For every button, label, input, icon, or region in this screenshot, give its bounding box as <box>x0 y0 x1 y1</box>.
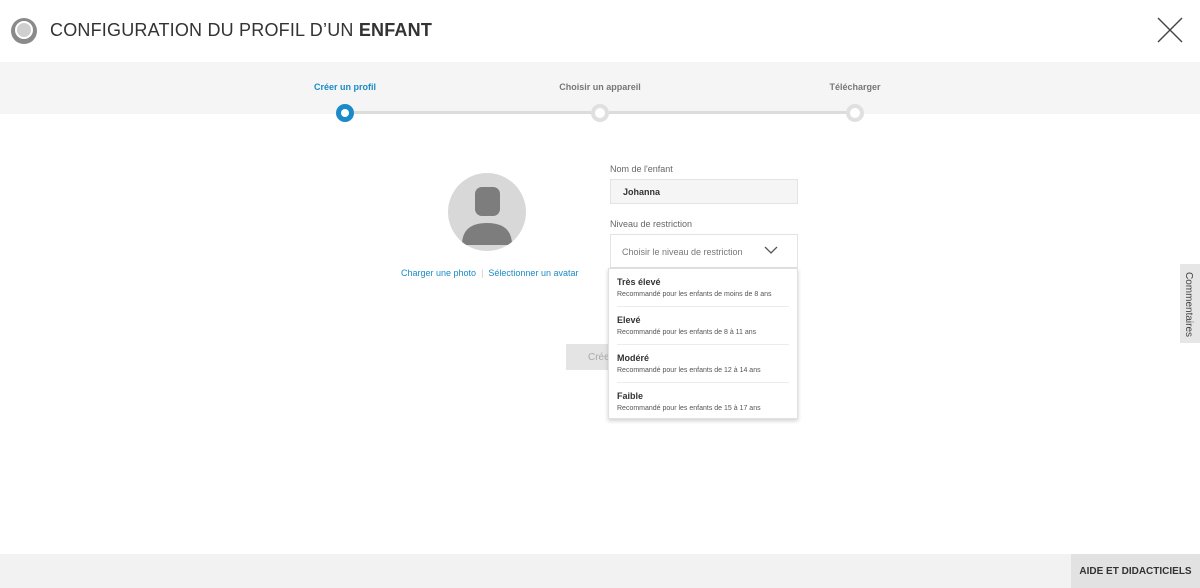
option-description: Recommandé pour les enfants de 12 à 14 a… <box>617 367 761 374</box>
option-description: Recommandé pour les enfants de moins de … <box>617 291 772 298</box>
step-dot-download <box>846 104 864 122</box>
feedback-tab[interactable]: Commentaires <box>1180 264 1200 343</box>
step-connector-1 <box>354 111 591 114</box>
restriction-select[interactable]: Choisir le niveau de restriction <box>610 234 798 268</box>
help-tutorials-button[interactable]: AIDE ET DIDACTICIELS <box>1071 554 1200 588</box>
page-title: CONFIGURATION DU PROFIL D’UN ENFANT <box>50 20 432 41</box>
person-silhouette-icon <box>462 187 512 245</box>
name-field-label: Nom de l'enfant <box>610 164 673 174</box>
option-description: Recommandé pour les enfants de 8 à 11 an… <box>617 329 757 336</box>
restriction-option-low[interactable]: Faible Recommandé pour les enfants de 15… <box>617 383 791 421</box>
step-label-download: Télécharger <box>829 82 881 92</box>
feedback-tab-label: Commentaires <box>1183 272 1194 338</box>
page-title-bold: ENFANT <box>358 20 433 40</box>
chevron-down-icon <box>764 246 778 254</box>
restriction-field-label: Niveau de restriction <box>610 219 693 229</box>
option-title: Elevé <box>617 315 641 325</box>
avatar-links: Charger une photo | Sélectionner un avatar <box>401 268 578 278</box>
option-title: Très élevé <box>617 277 661 287</box>
restriction-option-very-high[interactable]: Très élevé Recommandé pour les enfants d… <box>617 269 791 307</box>
footer <box>0 554 1200 588</box>
option-description: Recommandé pour les enfants de 15 à 17 a… <box>617 405 761 412</box>
step-connector-2 <box>609 111 846 114</box>
child-name-input[interactable] <box>610 179 798 204</box>
restriction-dropdown: Très élevé Recommandé pour les enfants d… <box>608 268 798 419</box>
select-avatar-link[interactable]: Sélectionner un avatar <box>488 268 578 278</box>
option-title: Modéré <box>617 353 650 363</box>
upload-photo-link[interactable]: Charger une photo <box>401 268 476 278</box>
close-icon[interactable] <box>1156 16 1184 44</box>
restriction-option-moderate[interactable]: Modéré Recommandé pour les enfants de 12… <box>617 345 791 383</box>
step-dot-choose-device <box>591 104 609 122</box>
restriction-select-placeholder: Choisir le niveau de restriction <box>622 247 743 257</box>
step-label-create-profile: Créer un profil <box>313 82 377 92</box>
link-separator: | <box>481 268 484 278</box>
profile-logo-icon <box>11 18 37 44</box>
option-title: Faible <box>617 391 644 401</box>
header: CONFIGURATION DU PROFIL D’UN ENFANT <box>0 0 1200 62</box>
restriction-option-high[interactable]: Elevé Recommandé pour les enfants de 8 à… <box>617 307 791 345</box>
page-title-prefix: CONFIGURATION DU PROFIL D’UN <box>50 20 359 40</box>
avatar <box>448 173 526 251</box>
step-label-choose-device: Choisir un appareil <box>559 82 641 92</box>
step-dot-create-profile <box>336 104 354 122</box>
